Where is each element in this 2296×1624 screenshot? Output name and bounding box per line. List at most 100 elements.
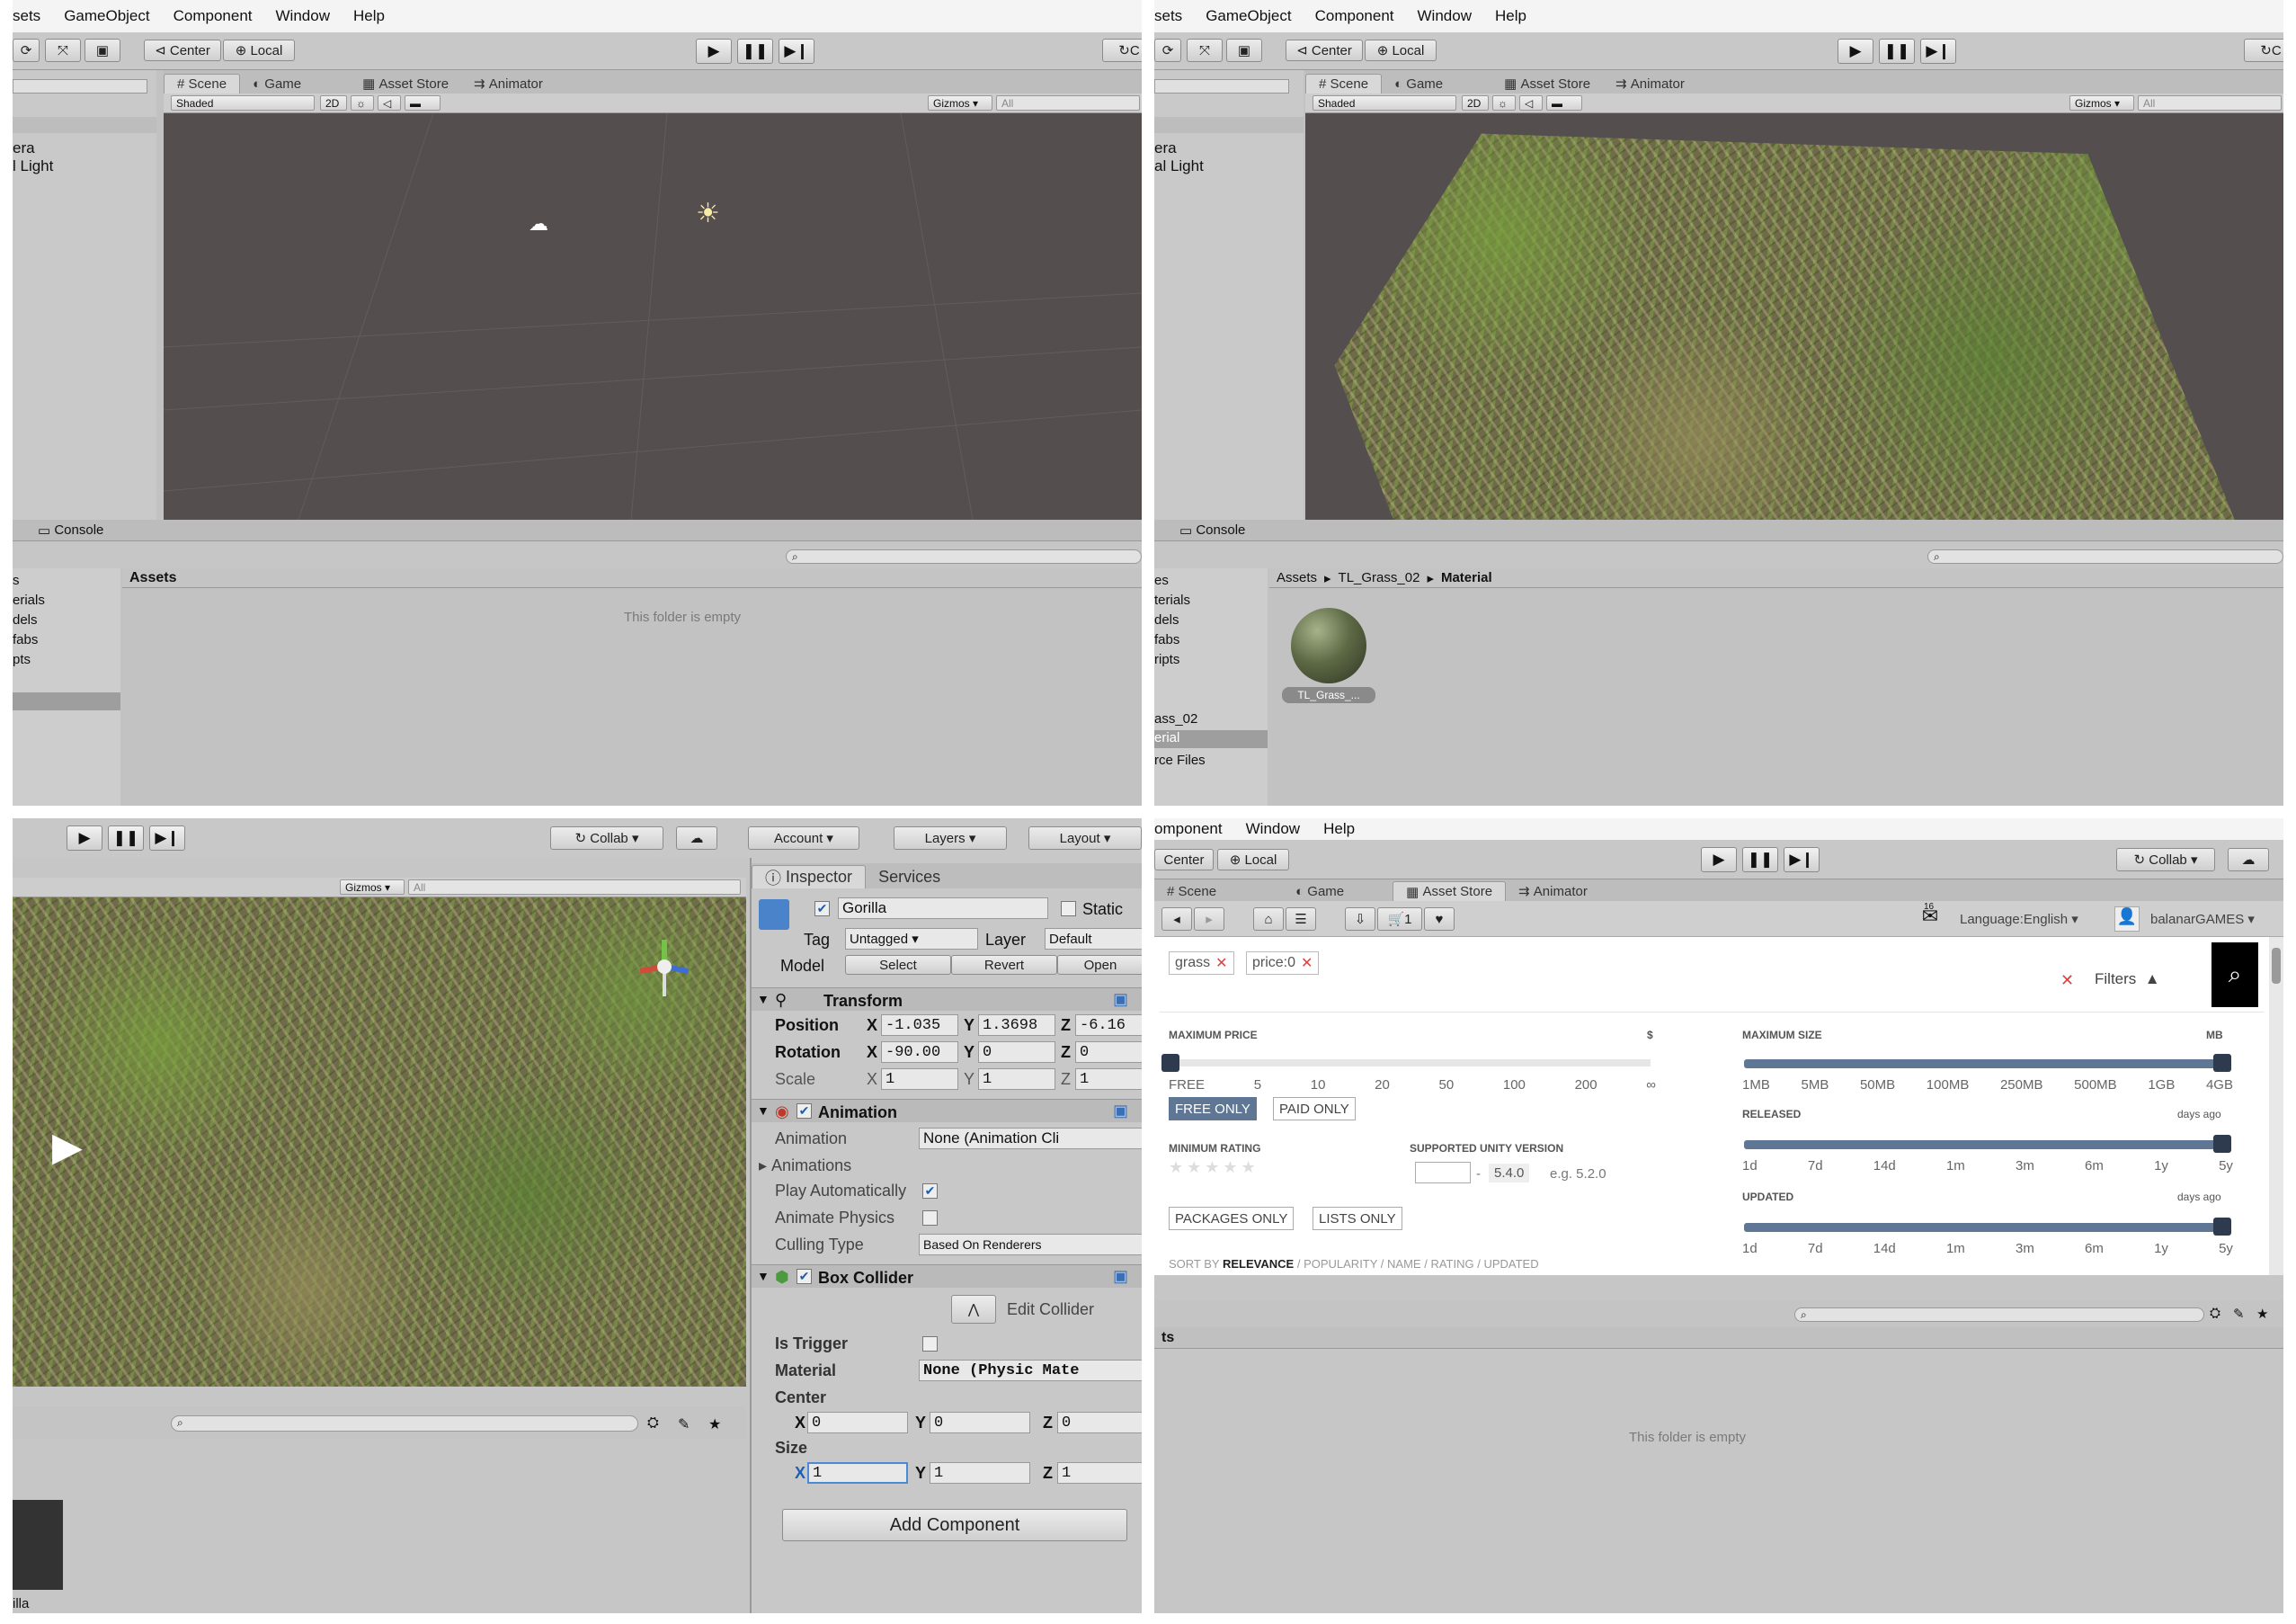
play-automatically-checkbox[interactable]: ✔ [922,1183,938,1199]
search-button[interactable]: ⌕ [2211,942,2258,1007]
shading-mode-dropdown[interactable]: Shaded [1313,95,1456,111]
tab-asset-store[interactable]: ▦ Asset Store [350,74,461,94]
store-scrollbar[interactable] [2269,937,2283,1275]
play-button[interactable]: ▶ [67,825,102,851]
breadcrumb-material[interactable]: Material [1441,570,1492,585]
rect-tool-icon[interactable]: ▣ [1226,39,1262,62]
folder-prefabs[interactable]: fabs [13,633,38,647]
object-name-field[interactable]: Gorilla [838,897,1048,919]
gorilla-asset-label[interactable]: illa [13,1597,29,1611]
folder-scripts[interactable]: ripts [1154,653,1179,666]
scale-tool-icon[interactable]: ⤧ [45,39,81,62]
tab-animator[interactable]: ⇉ Animator [1603,74,1697,94]
layer-dropdown[interactable]: Default [1045,928,1142,950]
menu-assets[interactable]: sets [13,7,40,25]
tab-game[interactable]: ◐ Game [1382,74,1455,94]
tab-asset-store[interactable]: ▦ Asset Store [1393,881,1507,901]
sort-name[interactable]: NAME [1387,1257,1421,1271]
chip-remove-icon[interactable]: ✕ [1215,954,1227,972]
pivot-center-button[interactable]: Center [1154,849,1214,870]
tab-game[interactable]: ◐ Game [240,74,314,94]
account-dropdown[interactable]: Account ▾ [748,826,859,850]
scene-search-input[interactable]: All [996,95,1140,111]
lighting-icon[interactable]: ☼ [1492,95,1516,111]
audio-icon[interactable]: ◁ [1519,95,1543,111]
clear-search-icon[interactable]: ✕ [2060,971,2074,990]
unity-version-min-input[interactable] [1415,1162,1471,1183]
menu-component[interactable]: omponent [1154,820,1223,838]
material-asset-thumbnail[interactable] [1291,608,1366,683]
step-button[interactable]: ▶❙ [1920,39,1956,64]
audio-icon[interactable]: ◁ [378,95,401,111]
folder-models[interactable]: dels [1154,613,1179,627]
pivot-local-button[interactable]: ⊕ Local [223,40,295,61]
search-chip-price[interactable]: price:0 ✕ [1246,951,1320,975]
tab-scene[interactable]: # Scene [1305,74,1383,94]
filter-label-icon[interactable]: ✎ [678,1415,690,1433]
folder-material-selected[interactable]: erial [1154,730,1268,748]
filter-type-icon[interactable]: ⛭ [647,1415,659,1432]
folder-prefabs[interactable]: fabs [1154,633,1179,647]
size-y-field[interactable]: 1 [930,1462,1030,1484]
lists-only-button[interactable]: LISTS ONLY [1313,1207,1402,1230]
breadcrumb-assets[interactable]: Assets [1277,570,1317,585]
size-slider-track[interactable] [1744,1059,2222,1068]
menu-component[interactable]: Component [174,7,253,25]
collab-button[interactable]: ↻C [2244,39,2283,62]
scene-viewport[interactable]: ☁ ☀ [164,113,1142,520]
box-collider-header[interactable]: ▼ ⬢ ✔ Box Collider ▣ [752,1264,1142,1288]
play-button[interactable]: ▶ [1838,39,1873,64]
scale-z-field[interactable]: 1 [1075,1068,1142,1090]
rating-stars[interactable]: ★★★★★ [1169,1158,1259,1177]
folder-scripts[interactable]: pts [13,653,31,666]
camera-gizmo-icon[interactable]: ▶ [52,1124,83,1170]
tab-animator[interactable]: ⇉ Animator [1506,881,1600,901]
center-z-field[interactable]: 0 [1057,1412,1142,1433]
sort-rating[interactable]: RATING [1430,1257,1473,1271]
assets-breadcrumb[interactable]: Assets [129,570,176,586]
packages-only-button[interactable]: PACKAGES ONLY [1169,1207,1295,1230]
animation-header[interactable]: ▼ ◉ ✔ Animation ▣ [752,1099,1142,1122]
back-button[interactable]: ◂ [1161,907,1192,931]
2d-toggle[interactable]: 2D [320,95,347,111]
rotate-tool-icon[interactable]: ⟳ [1154,39,1181,62]
component-settings-icon[interactable]: ▣ [1113,990,1128,1009]
size-z-field[interactable]: 1 [1057,1462,1142,1484]
tab-console-label[interactable]: Console [1196,522,1245,538]
folder-source-files[interactable]: rce Files [1154,754,1206,767]
gizmos-dropdown[interactable]: Gizmos ▾ [2069,95,2134,111]
scale-tool-icon[interactable]: ⤧ [1187,39,1223,62]
menu-assets[interactable]: sets [1154,7,1182,25]
model-revert-button[interactable]: Revert [951,955,1057,975]
step-button[interactable]: ▶❙ [149,825,185,851]
menu-window[interactable]: Window [1418,7,1472,25]
pause-button[interactable]: ❚❚ [1742,847,1778,872]
rect-tool-icon[interactable]: ▣ [85,39,120,62]
favorite-icon[interactable]: ★ [2256,1306,2268,1322]
tab-asset-store[interactable]: ▦ Asset Store [1491,74,1603,94]
rotation-y-field[interactable]: 0 [978,1041,1055,1063]
folder-selected[interactable] [13,692,120,710]
physic-material-field[interactable]: None (Physic Mate [919,1360,1142,1381]
grass-plane[interactable] [1334,133,2235,520]
rotation-x-field[interactable]: -90.00 [881,1041,958,1063]
rotate-tool-icon[interactable]: ⟳ [13,39,40,62]
pivot-local-button[interactable]: ⊕ Local [1217,849,1289,870]
collab-button[interactable]: ↻ Collab ▾ [550,826,663,850]
unity-version-value[interactable]: 5.4.0 [1489,1164,1530,1182]
light-gizmo-icon[interactable]: ☀ [696,198,720,229]
forward-button[interactable]: ▸ [1194,907,1224,931]
assets-breadcrumb[interactable]: ts [1161,1330,1174,1346]
user-avatar[interactable]: 👤 [2114,906,2140,932]
tab-scene[interactable]: # Scene [164,74,241,94]
search-chip-grass[interactable]: grass ✕ [1169,951,1234,975]
size-slider-handle[interactable] [2213,1054,2231,1072]
material-asset-label[interactable]: TL_Grass_... [1282,687,1375,703]
hierarchy-search[interactable] [13,79,147,94]
favorite-icon[interactable]: ★ [708,1415,721,1433]
static-checkbox[interactable] [1061,901,1076,916]
released-slider-handle[interactable] [2213,1135,2231,1153]
gorilla-asset-thumbnail[interactable] [13,1500,63,1590]
collab-button[interactable]: ↻C [1102,39,1142,62]
2d-toggle[interactable]: 2D [1462,95,1489,111]
